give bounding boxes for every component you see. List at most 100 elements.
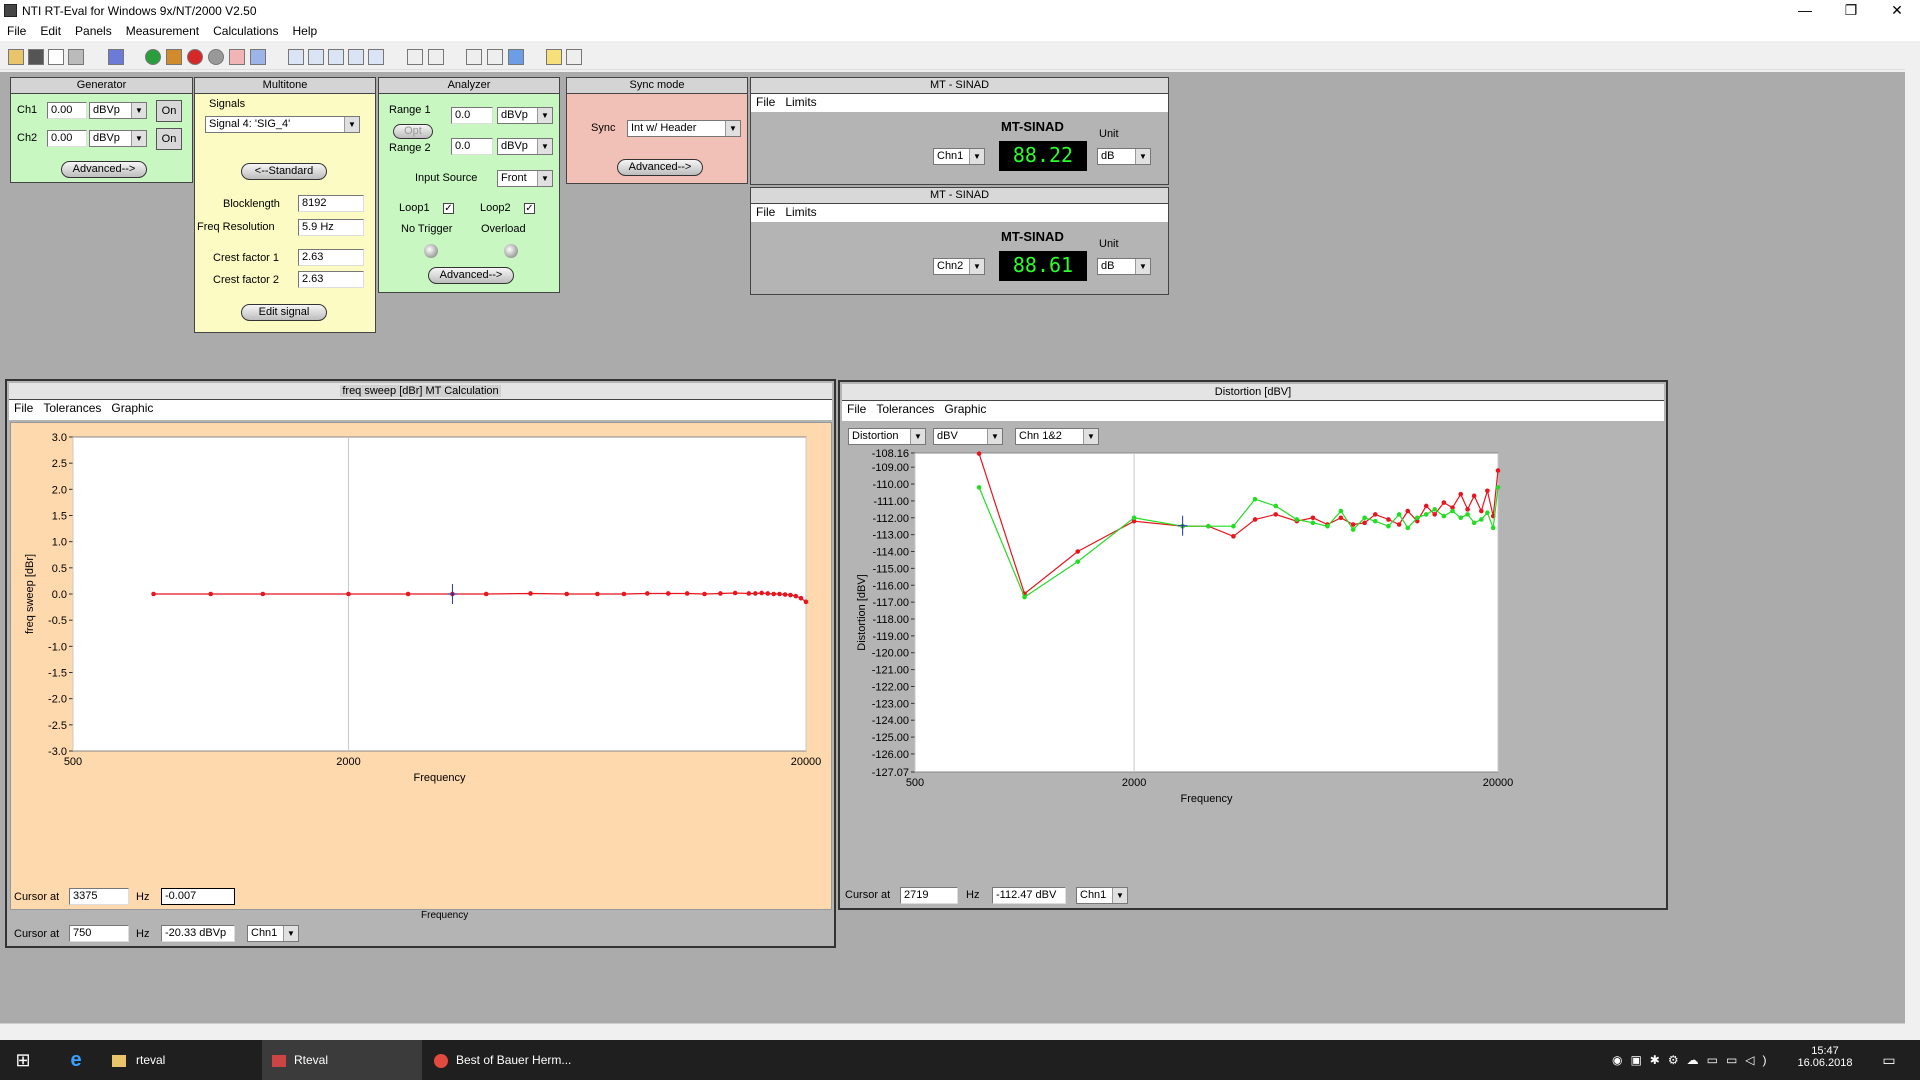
edit-signal-button[interactable]: Edit signal — [241, 304, 327, 321]
sync-select[interactable]: Int w/ Header ▼ — [627, 120, 741, 137]
range1-unit-select[interactable]: dBVp ▼ — [497, 107, 553, 124]
ch1-on-button[interactable]: On — [156, 100, 182, 122]
function-icon[interactable] — [407, 49, 423, 65]
info-icon[interactable] — [508, 49, 524, 65]
sinad-menu-limits[interactable]: Limits — [780, 204, 821, 220]
bottom-channel-select[interactable]: Chn1 ▼ — [247, 925, 299, 942]
save-icon[interactable] — [28, 49, 44, 65]
open-icon[interactable] — [8, 49, 24, 65]
data-point — [1405, 508, 1411, 514]
x-tick-label: 20000 — [791, 756, 822, 768]
meter-icon[interactable] — [208, 49, 224, 65]
plot-background — [914, 452, 1499, 773]
opt-button[interactable]: Opt — [393, 124, 433, 139]
close-x-icon[interactable] — [566, 49, 582, 65]
ch1-unit-select[interactable]: dBVp ▼ — [89, 102, 147, 119]
dist-menu-file[interactable]: File — [842, 401, 871, 417]
generator-advanced-button[interactable]: Advanced--> — [61, 161, 147, 178]
function-x-icon[interactable] — [428, 49, 444, 65]
notification-icon[interactable]: ▭ — [1874, 1040, 1904, 1080]
menu-measurement[interactable]: Measurement — [119, 22, 206, 38]
grid-icon[interactable] — [250, 49, 266, 65]
maximize-button[interactable]: ❐ — [1828, 0, 1874, 22]
document-icon[interactable] — [48, 49, 64, 65]
sync-advanced-button[interactable]: Advanced--> — [617, 159, 703, 176]
data-point — [1414, 515, 1420, 521]
range2-unit-select[interactable]: dBVp ▼ — [497, 138, 553, 155]
dist-channel-select[interactable]: Chn 1&2 ▼ — [1015, 428, 1099, 445]
y-tick-label: -111.00 — [873, 496, 909, 508]
print-icon[interactable] — [68, 49, 84, 65]
menu-edit[interactable]: Edit — [33, 22, 68, 38]
sinad-icon[interactable] — [348, 49, 364, 65]
data-point — [771, 591, 777, 597]
menu-file[interactable]: File — [0, 22, 33, 38]
minimize-button[interactable]: — — [1782, 0, 1828, 22]
loop2-checkbox[interactable]: ✓ — [524, 203, 535, 214]
dist-menu-graphic[interactable]: Graphic — [939, 401, 991, 417]
taskbar-chrome[interactable]: Best of Bauer Herm... — [426, 1040, 594, 1080]
bars-icon[interactable] — [108, 49, 124, 65]
dist-cursor-channel-select[interactable]: Chn1 ▼ — [1076, 887, 1128, 904]
loop1-checkbox[interactable]: ✓ — [443, 203, 454, 214]
clock[interactable]: 15:47 16.06.2018 — [1795, 1040, 1855, 1080]
go-icon[interactable] — [145, 49, 161, 65]
ch2-level-field[interactable]: 0.00 — [47, 130, 87, 147]
spectrum-icon[interactable] — [308, 49, 324, 65]
waveform-icon[interactable] — [229, 49, 245, 65]
freq-cursor-value[interactable]: -0.007 — [161, 888, 235, 905]
analyzer-advanced-button[interactable]: Advanced--> — [428, 267, 514, 284]
dist-type-select[interactable]: Distortion ▼ — [848, 428, 926, 445]
scope-icon[interactable] — [368, 49, 384, 65]
taskbar-rteval[interactable]: Rteval — [262, 1040, 422, 1080]
freq-menu-graphic[interactable]: Graphic — [106, 400, 158, 416]
close-button[interactable]: ✕ — [1874, 0, 1920, 22]
standard-button[interactable]: <--Standard — [241, 163, 327, 180]
dist-menu-tolerances[interactable]: Tolerances — [871, 401, 939, 417]
edge-icon[interactable]: e — [56, 1040, 96, 1080]
help-icon[interactable] — [546, 49, 562, 65]
input-source-select[interactable]: Front ▼ — [497, 170, 553, 187]
menu-calculations[interactable]: Calculations — [206, 22, 285, 38]
cursor-chart-icon[interactable] — [466, 49, 482, 65]
freq-cursor-field[interactable]: 3375 — [69, 888, 129, 905]
sinad-menu-file[interactable]: File — [751, 204, 780, 220]
ch1-level-field[interactable]: 0.00 — [47, 102, 87, 119]
chart-window-icon[interactable] — [288, 49, 304, 65]
start-button[interactable]: ⊞ — [0, 1040, 46, 1080]
horizontal-scrollbar[interactable] — [0, 1023, 1905, 1039]
data-point — [1405, 525, 1411, 531]
bottom-cursor-field[interactable]: 750 — [69, 925, 129, 942]
fft-icon[interactable] — [328, 49, 344, 65]
data-point — [1294, 517, 1300, 522]
data-point — [1131, 515, 1137, 521]
taskbar-explorer[interactable]: rteval — [104, 1040, 262, 1080]
sinad-unit-select[interactable]: dB ▼ — [1097, 148, 1151, 165]
ch2-unit-select[interactable]: dBVp ▼ — [89, 130, 147, 147]
menu-panels[interactable]: Panels — [68, 22, 119, 38]
sinad-channel-select[interactable]: Chn1 ▼ — [933, 148, 985, 165]
range1-field[interactable]: 0.0 — [451, 107, 493, 124]
dist-unit-select[interactable]: dBV ▼ — [933, 428, 1003, 445]
sinad-unit-select[interactable]: dB ▼ — [1097, 258, 1151, 275]
freq-menu-tolerances[interactable]: Tolerances — [38, 400, 106, 416]
sinad-menu-limits[interactable]: Limits — [780, 94, 821, 110]
distortion-chart[interactable]: -108.16 -109.00 -110.00 -111.00 -112.00 -113.… — [843, 445, 1662, 885]
range2-field[interactable]: 0.0 — [451, 138, 493, 155]
run-icon[interactable] — [166, 49, 182, 65]
menu-help[interactable]: Help — [285, 22, 324, 38]
dist-cursor-field[interactable]: 2719 — [900, 887, 958, 904]
signal-select[interactable]: Signal 4: 'SIG_4' ▼ — [205, 116, 360, 133]
freq-sweep-chart[interactable]: 3.0 2.5 2.0 1.5 1.0 0.5 0.0 -0.5 -1.0 -1.5 -2.0 -2.… — [11, 423, 831, 909]
sinad-menu-file[interactable]: File — [751, 94, 780, 110]
freq-menu-file[interactable]: File — [9, 400, 38, 416]
ch2-on-button[interactable]: On — [156, 128, 182, 150]
blocklength-field[interactable]: 8192 — [298, 195, 364, 212]
y-tick-label: -120.00 — [872, 648, 909, 660]
sinad-heading: MT-SINAD — [1001, 229, 1064, 244]
calculator-icon[interactable] — [487, 49, 503, 65]
vertical-scrollbar[interactable] — [1905, 41, 1920, 1030]
sinad-channel-select[interactable]: Chn2 ▼ — [933, 258, 985, 275]
chrome-icon — [434, 1053, 448, 1068]
stop-icon[interactable] — [187, 49, 203, 65]
